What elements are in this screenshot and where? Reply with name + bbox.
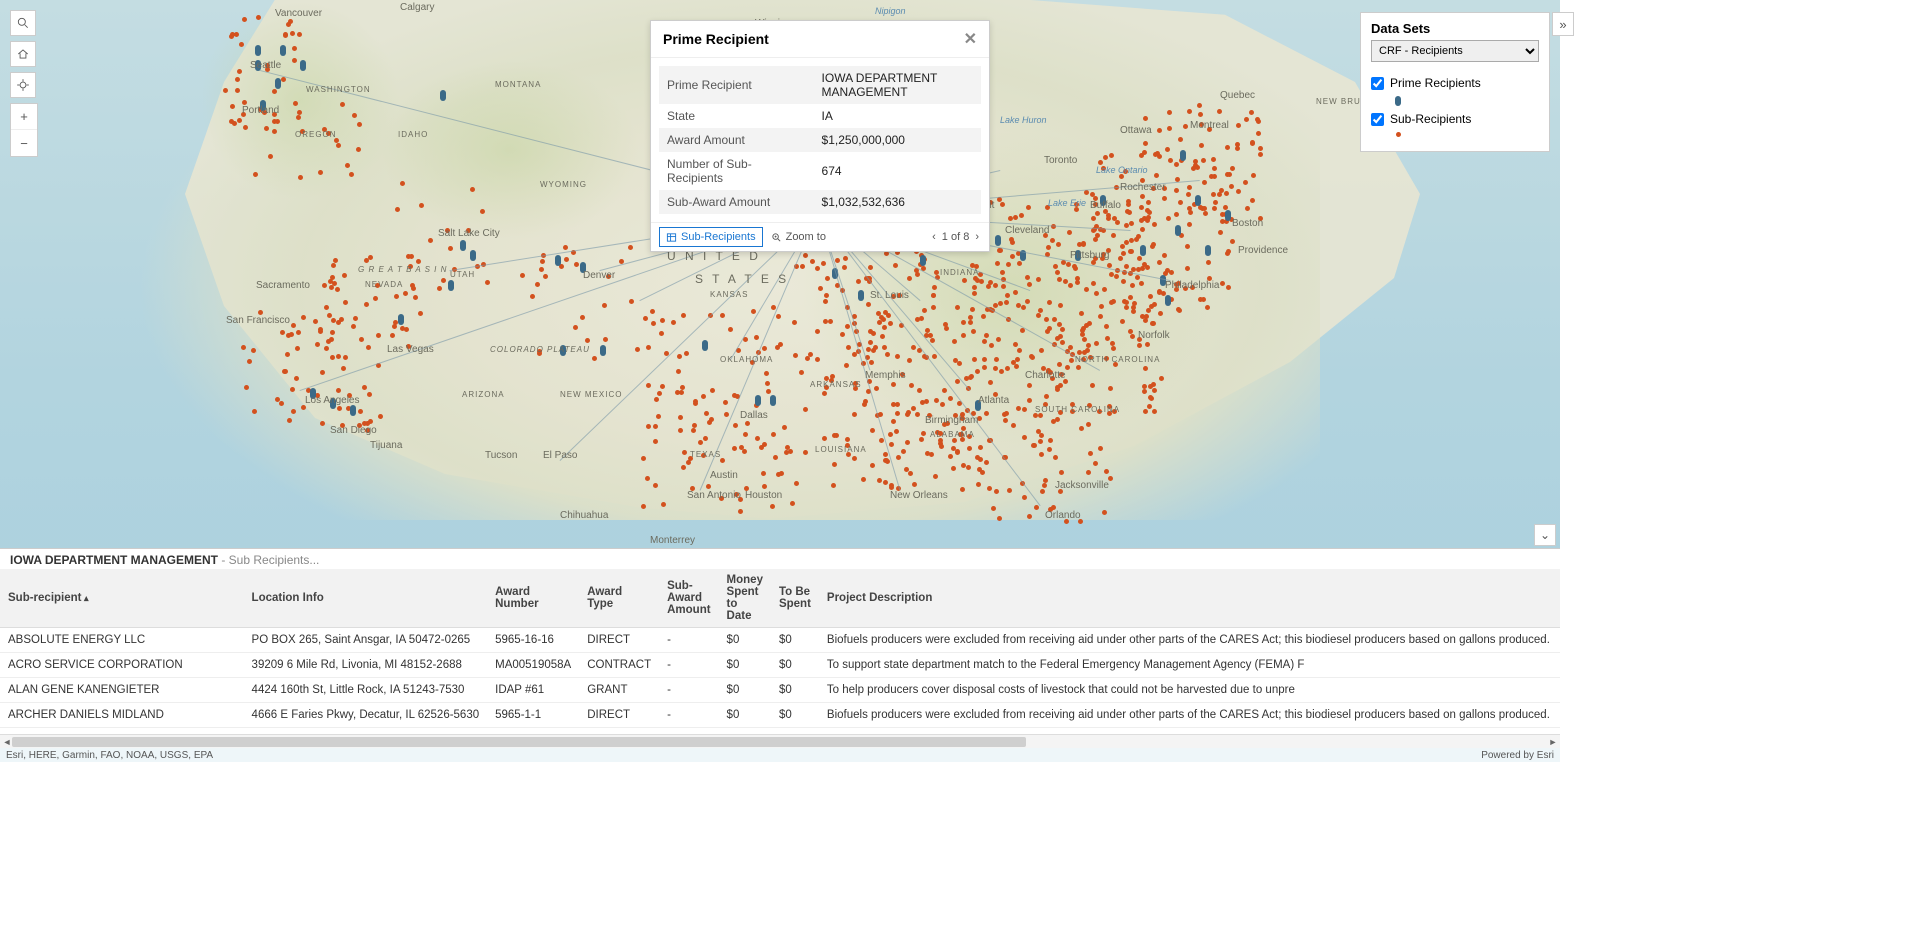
- map-label: Monterrey: [650, 535, 695, 546]
- table-title: IOWA DEPARTMENT MANAGEMENT - Sub Recipie…: [0, 549, 1560, 569]
- zoom-to-link[interactable]: Zoom to: [771, 231, 826, 243]
- zoom-out-button[interactable]: −: [11, 130, 37, 156]
- table-cell: 4424 160th St, Little Rock, IA 51243-753…: [244, 678, 488, 703]
- column-header[interactable]: Award Number: [487, 569, 579, 628]
- layer-symbol-icon: [1396, 132, 1401, 137]
- table-cell: Biofuels producers were excluded from re…: [819, 703, 1560, 728]
- home-button[interactable]: [10, 41, 36, 67]
- column-header[interactable]: Money Spent to Date: [719, 569, 771, 628]
- layers-panel: Data Sets CRF - Recipients Prime Recipie…: [1360, 12, 1550, 152]
- zoom-to-label: Zoom to: [786, 231, 826, 243]
- table-cell: CONTRACT: [579, 653, 659, 678]
- table-horizontal-scrollbar[interactable]: ◄ ►: [0, 734, 1560, 748]
- app-root: VancouverCalgarySeattlePortlandOREGONIDA…: [0, 0, 1560, 762]
- column-header[interactable]: To Be Spent: [771, 569, 819, 628]
- sub-recipients-label: Sub-Recipients: [681, 231, 756, 243]
- table-cell: ALAN GENE KANENGIETER: [0, 678, 244, 703]
- table-cell: To help producers cover disposal costs o…: [819, 678, 1560, 703]
- search-button[interactable]: [10, 10, 36, 36]
- table-cell: ABSOLUTE ENERGY LLC: [0, 628, 244, 653]
- table-cell: Biofuels producers were excluded from re…: [819, 628, 1560, 653]
- pager-next-icon[interactable]: ›: [973, 231, 981, 243]
- table-cell: ACRO SERVICE CORPORATION: [0, 653, 244, 678]
- table-cell: IDAP #61: [487, 678, 579, 703]
- table-row[interactable]: ARCHER DANIELS MIDLAND4666 E Faries Pkwy…: [0, 703, 1560, 728]
- table-cell: 5965-1-1: [487, 703, 579, 728]
- column-header[interactable]: Location Info: [244, 569, 488, 628]
- popup-attr-label: Number of Sub-Recipients: [659, 152, 814, 190]
- table-cell: -: [659, 678, 718, 703]
- map-tools: + −: [10, 10, 38, 157]
- table-cell: $0: [719, 628, 771, 653]
- table-cell: MA00519058A: [487, 653, 579, 678]
- table-cell: 4666 E Faries Pkwy, Decatur, IL 62526-56…: [244, 703, 488, 728]
- table-cell: $0: [771, 628, 819, 653]
- scroll-right-icon[interactable]: ►: [1546, 735, 1560, 749]
- table-row[interactable]: ABSOLUTE ENERGY LLCPO BOX 265, Saint Ans…: [0, 628, 1560, 653]
- sub-recipients-table: Sub-recipientLocation InfoAward NumberAw…: [0, 569, 1560, 734]
- layer-checkbox[interactable]: [1371, 77, 1384, 90]
- table-cell: 39209 6 Mile Rd, Livonia, MI 48152-2688: [244, 653, 488, 678]
- layer-item: Sub-Recipients: [1371, 112, 1539, 126]
- popup-attr-label: Sub-Award Amount: [659, 190, 814, 214]
- table-panel-toggle[interactable]: ⌄: [1534, 524, 1556, 546]
- expand-panel-button[interactable]: »: [1552, 12, 1574, 36]
- map-attribution: Esri, HERE, Garmin, FAO, NOAA, USGS, EPA…: [0, 748, 1560, 762]
- table-row[interactable]: ALAN GENE KANENGIETER4424 160th St, Litt…: [0, 678, 1560, 703]
- attribution-sources: Esri, HERE, Garmin, FAO, NOAA, USGS, EPA: [6, 750, 213, 761]
- pager-text: 1 of 8: [942, 231, 970, 243]
- table-cell: 5965-16-16: [487, 628, 579, 653]
- table-cell: -: [659, 628, 718, 653]
- popup-attr-value: IOWA DEPARTMENT MANAGEMENT: [814, 66, 981, 104]
- layer-label: Sub-Recipients: [1390, 112, 1471, 126]
- table-row[interactable]: ACRO SERVICE CORPORATION39209 6 Mile Rd,…: [0, 653, 1560, 678]
- table-cell: -: [659, 703, 718, 728]
- table-cell: $0: [719, 703, 771, 728]
- locate-button[interactable]: [10, 72, 36, 98]
- layer-checkbox[interactable]: [1371, 113, 1384, 126]
- popup-attr-value: 674: [814, 152, 981, 190]
- popup-attr-label: Award Amount: [659, 128, 814, 152]
- layer-symbol-icon: [1395, 96, 1401, 106]
- table-cell: $0: [771, 653, 819, 678]
- dataset-select[interactable]: CRF - Recipients: [1371, 40, 1539, 62]
- column-header[interactable]: Sub-Award Amount: [659, 569, 718, 628]
- zoom-in-button[interactable]: +: [11, 104, 37, 130]
- table-cell: DIRECT: [579, 628, 659, 653]
- column-header[interactable]: Sub-recipient: [0, 569, 244, 628]
- pager-prev-icon[interactable]: ‹: [930, 231, 938, 243]
- table-cell: ARCHER DANIELS MIDLAND: [0, 703, 244, 728]
- sub-recipients-button[interactable]: Sub-Recipients: [659, 227, 763, 247]
- popup-attribute-table: Prime RecipientIOWA DEPARTMENT MANAGEMEN…: [659, 66, 981, 214]
- table-cell: $0: [719, 678, 771, 703]
- popup-attr-value: $1,250,000,000: [814, 128, 981, 152]
- popup-attr-value: IA: [814, 104, 981, 128]
- layers-title: Data Sets: [1371, 21, 1539, 36]
- table-cell: $0: [719, 653, 771, 678]
- column-header[interactable]: Award Type: [579, 569, 659, 628]
- table-cell: DIRECT: [579, 703, 659, 728]
- popup-attr-label: State: [659, 104, 814, 128]
- table-cell: $0: [771, 678, 819, 703]
- zoom-group: + −: [10, 103, 38, 157]
- close-icon[interactable]: ✕: [964, 29, 977, 49]
- scrollbar-thumb[interactable]: [12, 737, 1026, 747]
- feature-popup: Prime Recipient ✕ Prime RecipientIOWA DE…: [650, 20, 990, 252]
- popup-pager: ‹ 1 of 8 ›: [930, 231, 981, 243]
- column-header[interactable]: Project Description: [819, 569, 1560, 628]
- table-cell: GRANT: [579, 678, 659, 703]
- table-panel: IOWA DEPARTMENT MANAGEMENT - Sub Recipie…: [0, 548, 1560, 748]
- layer-item: Prime Recipients: [1371, 76, 1539, 90]
- table-cell: To support state department match to the…: [819, 653, 1560, 678]
- table-cell: PO BOX 265, Saint Ansgar, IA 50472-0265: [244, 628, 488, 653]
- popup-title: Prime Recipient: [663, 31, 769, 47]
- table-cell: $0: [771, 703, 819, 728]
- popup-attr-value: $1,032,532,636: [814, 190, 981, 214]
- attribution-powered: Powered by Esri: [1481, 750, 1554, 761]
- table-cell: -: [659, 653, 718, 678]
- popup-attr-label: Prime Recipient: [659, 66, 814, 104]
- layer-label: Prime Recipients: [1390, 76, 1481, 90]
